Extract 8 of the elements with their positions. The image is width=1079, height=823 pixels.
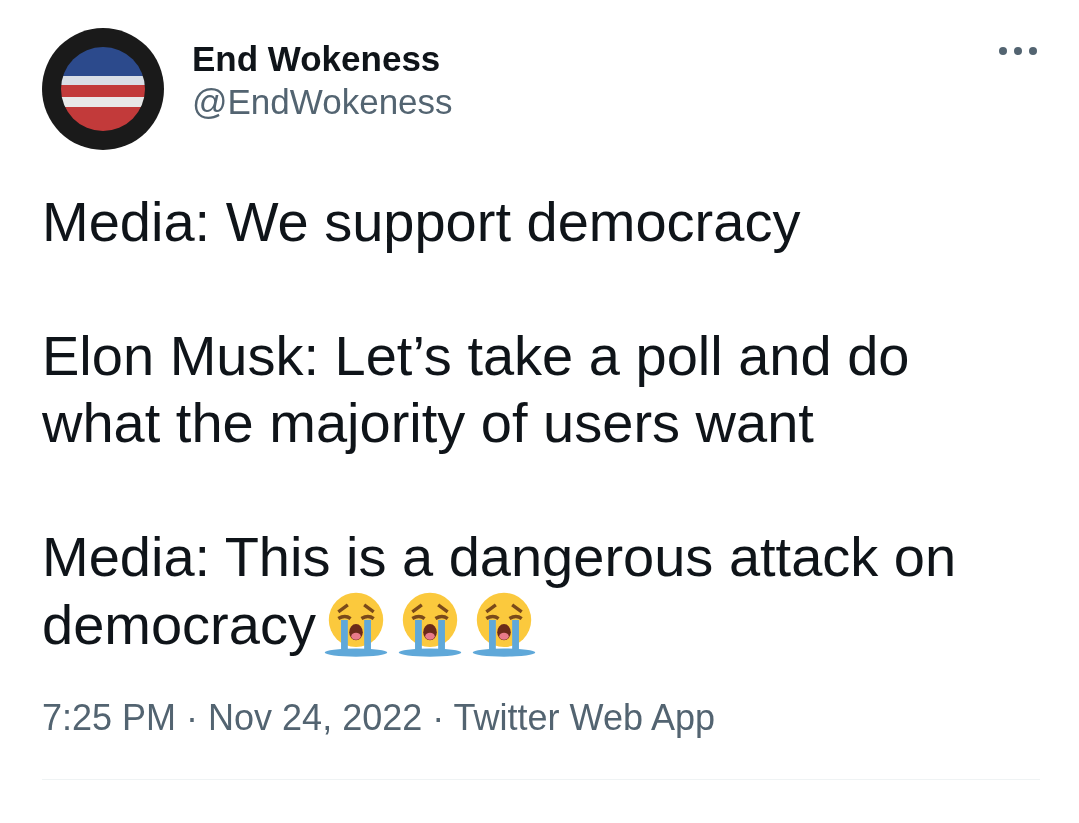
- tweet-text-line: Elon Musk: Let’s take a poll and do: [42, 323, 910, 389]
- tweet-text-line: Media: This is a dangerous attack on: [42, 524, 957, 590]
- tweet-text-line: what the majority of users want: [42, 390, 814, 456]
- author-name[interactable]: End Wokeness: [192, 40, 994, 78]
- tweet-text-line: Media: We support democracy: [42, 189, 801, 255]
- tweet-timestamp: 7:25 PM · Nov 24, 2022 · Twitter Web App: [42, 697, 716, 739]
- author-handle[interactable]: @EndWokeness: [192, 82, 994, 122]
- tweet-text-line: democracy: [42, 591, 316, 658]
